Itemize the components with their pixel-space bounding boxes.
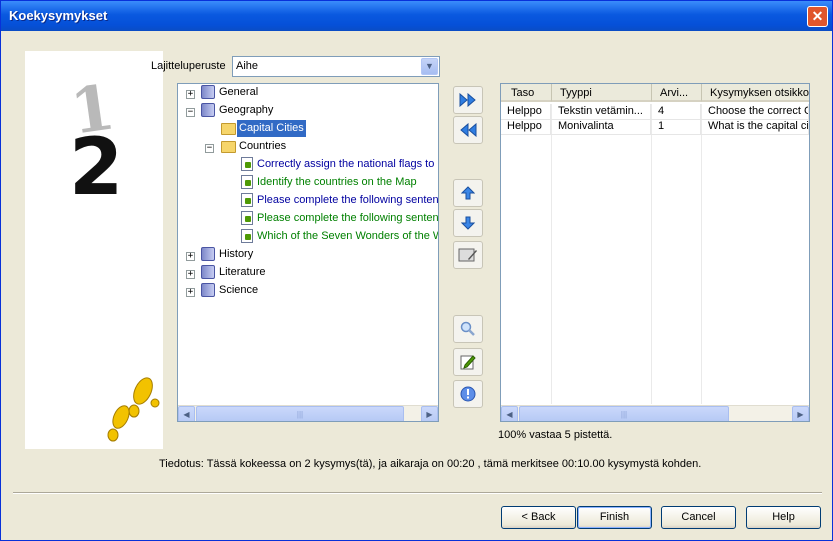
edit-points-button[interactable]: [453, 241, 483, 269]
info-button[interactable]: [453, 380, 483, 408]
scroll-left-icon[interactable]: ◀: [501, 406, 518, 421]
info-icon: [460, 386, 476, 402]
title-bar: Koekysymykset ✕: [1, 1, 832, 31]
tree-item-geography[interactable]: Geography: [219, 102, 273, 119]
question-icon: [241, 211, 253, 225]
scroll-right-icon[interactable]: ▶: [421, 406, 438, 421]
table-cell[interactable]: What is the capital ci: [704, 119, 809, 134]
book-icon: [201, 265, 215, 279]
scroll-thumb[interactable]: |||: [519, 406, 729, 421]
grid-line: [701, 104, 702, 404]
folder-icon: [221, 123, 236, 135]
expand-science-icon[interactable]: +: [186, 288, 195, 297]
remove-all-button[interactable]: [453, 116, 483, 144]
finish-button[interactable]: Finish: [577, 506, 652, 529]
tree-question[interactable]: Correctly assign the national flags to: [257, 156, 434, 173]
grid-line: [651, 104, 652, 404]
divider: [13, 492, 822, 494]
tree-item-capital-cities[interactable]: Capital Cities: [237, 120, 306, 137]
edit-icon: [460, 355, 476, 370]
add-all-icon: [459, 92, 476, 108]
book-icon: [201, 283, 215, 297]
score-note: 100% vastaa 5 pistettä.: [498, 429, 613, 441]
question-icon: [241, 193, 253, 207]
tree-question[interactable]: Which of the Seven Wonders of the W: [257, 228, 438, 245]
book-icon: [201, 103, 215, 117]
table-cell[interactable]: Helppo: [503, 119, 551, 134]
table-cell[interactable]: 4: [654, 104, 701, 119]
collapse-geography-icon[interactable]: −: [186, 108, 195, 117]
tree-item-countries[interactable]: Countries: [239, 138, 286, 155]
question-icon: [241, 175, 253, 189]
tree-item-science[interactable]: Science: [219, 282, 258, 299]
folder-open-icon: [221, 141, 236, 153]
sort-select[interactable]: Aihe ▼: [232, 56, 440, 77]
edit-points-icon: [458, 248, 477, 262]
grid-horizontal-scrollbar[interactable]: ◀ ||| ▶: [501, 405, 809, 421]
wizard-illustration: 1 2: [25, 51, 163, 449]
tree-question[interactable]: Identify the countries on the Map: [257, 174, 417, 191]
scroll-thumb[interactable]: |||: [196, 406, 404, 421]
tree-item-history[interactable]: History: [219, 246, 253, 263]
selected-questions-grid[interactable]: Taso Tyyppi Arvi... Kysymyksen otsikko H…: [500, 83, 810, 422]
book-icon: [201, 85, 215, 99]
book-icon: [201, 247, 215, 261]
add-all-button[interactable]: [453, 86, 483, 114]
preview-button[interactable]: [453, 315, 483, 343]
chevron-down-icon[interactable]: ▼: [421, 58, 438, 75]
grid-line: [551, 104, 552, 404]
table-cell[interactable]: Monivalinta: [554, 119, 651, 134]
column-header-taso[interactable]: Taso: [501, 84, 552, 102]
scroll-right-icon[interactable]: ▶: [792, 406, 809, 421]
magnifier-icon: [460, 321, 475, 336]
question-icon: [241, 229, 253, 243]
tree-item-literature[interactable]: Literature: [219, 264, 265, 281]
topic-tree[interactable]: + General − Geography Capital Cities − C…: [177, 83, 439, 422]
scroll-left-icon[interactable]: ◀: [178, 406, 195, 421]
question-icon: [241, 157, 253, 171]
move-up-button[interactable]: [453, 179, 483, 207]
table-cell[interactable]: 1: [654, 119, 701, 134]
column-header-arvio[interactable]: Arvi...: [652, 84, 702, 102]
help-button[interactable]: Help: [746, 506, 821, 529]
remove-all-icon: [460, 122, 477, 138]
column-header-tyyppi[interactable]: Tyyppi: [552, 84, 652, 102]
cancel-button[interactable]: Cancel: [661, 506, 736, 529]
test-notice: Tiedotus: Tässä kokeessa on 2 kysymys(tä…: [159, 458, 702, 470]
move-down-icon: [460, 216, 476, 230]
footprints-icon: [107, 377, 160, 442]
back-button[interactable]: < Back: [501, 506, 576, 529]
edit-button[interactable]: [453, 348, 483, 376]
tree-item-general[interactable]: General: [219, 84, 258, 101]
move-up-icon: [460, 186, 476, 200]
dialog-window: Koekysymykset ✕ 1 2 Lajitteluperuste Aih…: [0, 0, 833, 541]
step-current-number: 2: [69, 123, 124, 213]
tree-question[interactable]: Please complete the following senten: [257, 210, 438, 227]
move-down-button[interactable]: [453, 209, 483, 237]
tree-horizontal-scrollbar[interactable]: ◀ ||| ▶: [178, 405, 438, 421]
collapse-countries-icon[interactable]: −: [205, 144, 214, 153]
window-title: Koekysymykset: [9, 8, 108, 23]
expand-general-icon[interactable]: +: [186, 90, 195, 99]
sort-label: Lajitteluperuste: [151, 60, 226, 72]
table-cell[interactable]: Tekstin vetämin...: [554, 104, 651, 119]
expand-literature-icon[interactable]: +: [186, 270, 195, 279]
close-button[interactable]: ✕: [807, 6, 828, 27]
table-cell[interactable]: Choose the correct C: [704, 104, 809, 119]
expand-history-icon[interactable]: +: [186, 252, 195, 261]
row-separator: [501, 134, 809, 135]
sort-select-value: Aihe: [236, 60, 259, 72]
table-cell[interactable]: Helppo: [503, 104, 551, 119]
tree-question[interactable]: Please complete the following senten: [257, 192, 438, 209]
column-header-otsikko[interactable]: Kysymyksen otsikko: [702, 84, 809, 102]
